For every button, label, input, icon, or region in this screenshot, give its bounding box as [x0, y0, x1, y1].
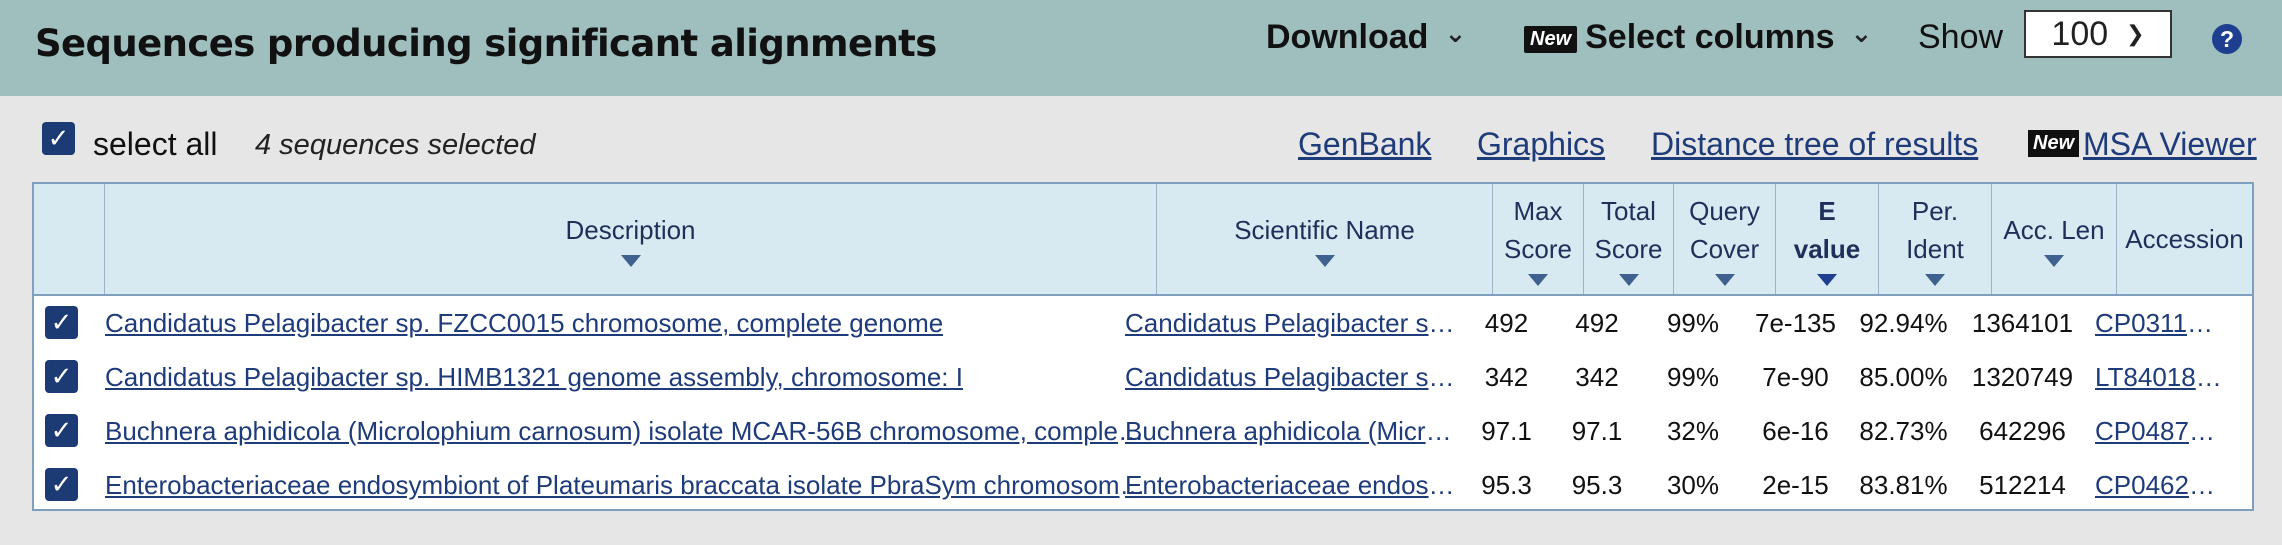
per-ident: 85.00% [1859, 361, 1948, 392]
col-header-accession[interactable]: Accession [2116, 184, 2252, 294]
help-icon[interactable]: ? [2212, 24, 2242, 54]
col-header-max-score[interactable]: Max Score [1492, 184, 1583, 294]
acc-len: 1320749 [1971, 361, 2074, 392]
checkmark-icon: ✓ [47, 123, 70, 153]
select-columns-label: Select columns [1585, 18, 1835, 56]
col-header-scientific-name[interactable]: Scientific Name [1156, 184, 1492, 294]
accession-link[interactable]: LT840186.1 [2095, 362, 2225, 393]
chevron-down-icon: ❯ [2126, 21, 2145, 46]
sort-arrow-icon [620, 255, 641, 267]
acc-len: 642296 [1979, 415, 2066, 446]
description-link[interactable]: Candidatus Pelagibacter sp. HIMB1321 gen… [105, 362, 963, 393]
total-score: 492 [1575, 307, 1619, 338]
genbank-link[interactable]: GenBank [1298, 126, 1431, 163]
max-score: 95.3 [1481, 469, 1532, 500]
accession-link[interactable]: CP031125.1 [2095, 308, 2225, 339]
new-badge: New [1524, 26, 1578, 53]
accession-link[interactable]: CP048747.1 [2095, 416, 2225, 447]
total-score: 95.3 [1571, 469, 1623, 500]
graphics-link[interactable]: Graphics [1477, 126, 1605, 163]
col-header-total-score[interactable]: Total Score [1583, 184, 1673, 294]
per-ident: 82.73% [1859, 415, 1948, 446]
col-header-query-cover[interactable]: Query Cover [1673, 184, 1775, 294]
query-cover: 99% [1666, 361, 1720, 392]
show-label: Show [1918, 18, 2004, 56]
table-row: ✓ Candidatus Pelagibacter sp. FZCC0015 c… [34, 296, 2252, 350]
e-value: 6e-16 [1762, 415, 1829, 446]
query-cover: 32% [1666, 415, 1720, 446]
accession-link[interactable]: CP046232.1 [2095, 470, 2225, 501]
max-score: 97.1 [1481, 415, 1532, 446]
chevron-down-icon: ⌄ [1444, 18, 1467, 48]
sort-arrow-icon [1925, 274, 1945, 286]
selection-count: 4 sequences selected [255, 129, 536, 161]
per-ident: 92.94% [1859, 307, 1948, 338]
e-value: 7e-135 [1755, 307, 1836, 338]
scientific-name-link[interactable]: Candidatus Pelagibacter sp. FZCC0015 [1125, 308, 1456, 339]
sort-arrow-icon [1618, 274, 1639, 286]
table-header: Description Scientific Name Max Score Tot… [34, 184, 2252, 296]
row-checkbox[interactable]: ✓ [45, 360, 78, 393]
header-select-column [34, 184, 104, 294]
sort-arrow-icon [1528, 274, 1548, 286]
select-all-checkbox[interactable]: ✓ [42, 122, 75, 155]
chevron-down-icon: ⌄ [1850, 18, 1873, 48]
checkmark-icon: ✓ [50, 307, 73, 337]
msa-viewer-link[interactable]: MSA Viewer [2083, 126, 2257, 163]
total-score: 97.1 [1571, 415, 1623, 446]
show-count-select[interactable]: 100 ❯ [2024, 10, 2172, 58]
row-checkbox[interactable]: ✓ [45, 414, 78, 447]
col-header-e-value[interactable]: Evalue [1775, 184, 1878, 294]
select-all-label[interactable]: select all [93, 126, 218, 163]
scientific-name-link[interactable]: Buchnera aphidicola (Microlophium carnos… [1125, 416, 1456, 447]
row-checkbox[interactable]: ✓ [45, 468, 78, 501]
acc-len: 512214 [1979, 469, 2066, 500]
download-menu[interactable]: Download ⌄ [1266, 18, 1466, 57]
scientific-name-link[interactable]: Enterobacteriaceae endosymbiont of Plate… [1125, 470, 1456, 501]
total-score: 342 [1575, 361, 1619, 392]
table-row: ✓ Buchnera aphidicola (Microlophium carn… [34, 404, 2252, 458]
description-link[interactable]: Enterobacteriaceae endosymbiont of Plate… [105, 470, 1150, 501]
distance-tree-link[interactable]: Distance tree of results [1651, 126, 1978, 163]
section-title: Sequences producing significant alignmen… [35, 22, 937, 65]
table-row: ✓ Enterobacteriaceae endosymbiont of Pla… [34, 458, 2252, 512]
query-cover: 30% [1666, 469, 1720, 500]
e-value: 7e-90 [1762, 361, 1829, 392]
select-columns-menu[interactable]: New Select columns ⌄ [1524, 18, 1872, 57]
acc-len: 1364101 [1971, 307, 2074, 338]
download-label: Download [1266, 18, 1429, 56]
col-header-description[interactable]: Description [104, 184, 1156, 294]
alignments-table: Description Scientific Name Max Score Tot… [32, 182, 2254, 511]
table-row: ✓ Candidatus Pelagibacter sp. HIMB1321 g… [34, 350, 2252, 404]
per-ident: 83.81% [1859, 469, 1948, 500]
results-header-bar: Sequences producing significant alignmen… [0, 0, 2282, 96]
query-cover: 99% [1666, 307, 1720, 338]
description-link[interactable]: Buchnera aphidicola (Microlophium carnos… [105, 416, 1150, 447]
col-header-acc-len[interactable]: Acc. Len [1991, 184, 2116, 294]
max-score: 342 [1484, 361, 1529, 392]
checkmark-icon: ✓ [50, 415, 73, 445]
row-checkbox[interactable]: ✓ [45, 306, 78, 339]
sort-arrow-icon [1314, 255, 1335, 267]
sort-arrow-icon [1817, 274, 1837, 286]
e-value: 2e-15 [1762, 469, 1829, 500]
sort-arrow-icon [2044, 255, 2064, 267]
sort-arrow-icon [1714, 274, 1735, 286]
scientific-name-link[interactable]: Candidatus Pelagibacter sp. HIMB1321 [1125, 362, 1456, 393]
max-score: 492 [1484, 307, 1529, 338]
show-count-value: 100 [2051, 14, 2109, 53]
col-header-per-ident[interactable]: Per. Ident [1878, 184, 1991, 294]
checkmark-icon: ✓ [50, 361, 73, 391]
checkmark-icon: ✓ [50, 469, 73, 499]
new-badge: New [2028, 130, 2080, 157]
description-link[interactable]: Candidatus Pelagibacter sp. FZCC0015 chr… [105, 308, 943, 339]
